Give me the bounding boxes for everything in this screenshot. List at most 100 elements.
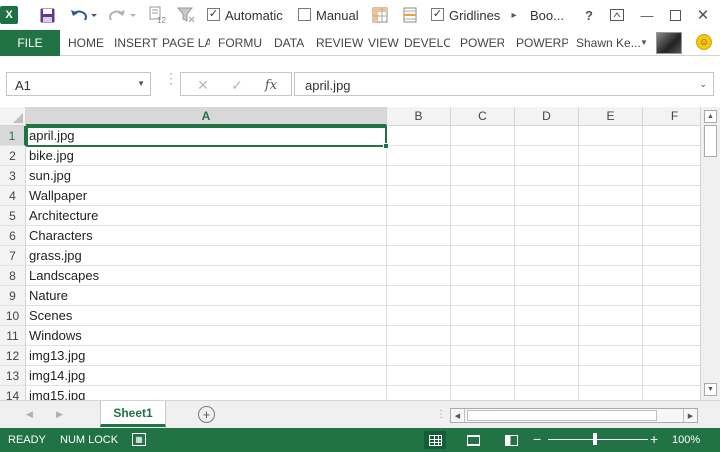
empty-cell[interactable] [515,306,579,326]
formula-bar-resize-handle[interactable]: ⋮ [164,71,178,85]
calculate-sheet-icon[interactable]: 12 [148,5,168,25]
empty-cell[interactable] [387,146,451,166]
empty-cell[interactable] [579,386,643,400]
cell-a[interactable]: img14.jpg [26,366,387,386]
column-header-c[interactable]: C [451,107,515,126]
cell-a[interactable]: Nature [26,286,387,306]
row-header[interactable]: 1 [0,126,26,146]
empty-cell[interactable] [451,206,515,226]
empty-cell[interactable] [579,326,643,346]
row-header[interactable]: 12 [0,346,26,366]
page-break-preview-button[interactable] [500,431,522,449]
row-header[interactable]: 8 [0,266,26,286]
scroll-down-icon[interactable]: ▼ [704,383,717,396]
empty-cell[interactable] [387,226,451,246]
empty-cell[interactable] [451,226,515,246]
empty-cell[interactable] [387,346,451,366]
normal-view-button[interactable] [424,431,446,449]
empty-cell[interactable] [579,166,643,186]
tab-page-layout[interactable]: PAGE LA [162,30,210,56]
empty-cell[interactable] [515,286,579,306]
empty-cell[interactable] [579,366,643,386]
row-header[interactable]: 5 [0,206,26,226]
cell-a[interactable]: Scenes [26,306,387,326]
empty-cell[interactable] [387,126,451,146]
empty-cell[interactable] [451,306,515,326]
empty-cell[interactable] [515,146,579,166]
empty-cell[interactable] [515,346,579,366]
tab-review[interactable]: REVIEW [316,30,363,56]
empty-cell[interactable] [515,126,579,146]
empty-cell[interactable] [387,186,451,206]
empty-cell[interactable] [387,286,451,306]
empty-cell[interactable] [451,386,515,400]
cell-a[interactable]: Wallpaper [26,186,387,206]
tab-power[interactable]: POWER [460,30,504,56]
tab-data[interactable]: DATA [274,30,304,56]
ribbon-display-options-icon[interactable] [606,4,628,26]
scroll-right-icon[interactable]: ▶ [683,409,697,422]
empty-cell[interactable] [451,366,515,386]
cancel-icon[interactable]: ✕ [193,76,213,94]
tab-home[interactable]: HOME [68,30,104,56]
insert-function-icon[interactable]: fx [261,76,281,94]
cell-a[interactable]: sun.jpg [26,166,387,186]
column-header-b[interactable]: B [387,107,451,126]
empty-cell[interactable] [451,166,515,186]
empty-cell[interactable] [387,266,451,286]
row-header[interactable]: 10 [0,306,26,326]
redo-icon[interactable] [108,5,138,25]
undo-icon[interactable] [68,5,98,25]
page-layout-view-button[interactable] [462,431,484,449]
cell-a[interactable]: grass.jpg [26,246,387,266]
cell-a[interactable]: img15.jpg [26,386,387,400]
help-button[interactable]: ? [578,4,600,26]
previous-sheet-icon[interactable]: ◀ [26,409,33,420]
empty-cell[interactable] [643,286,700,306]
empty-cell[interactable] [643,166,700,186]
account-dropdown-icon[interactable]: ▼ [640,38,648,47]
empty-cell[interactable] [515,266,579,286]
empty-cell[interactable] [387,326,451,346]
avatar[interactable] [656,32,682,54]
horizontal-scrollbar[interactable]: ◀ ▶ [450,408,698,423]
row-header[interactable]: 13 [0,366,26,386]
empty-cell[interactable] [387,386,451,400]
empty-cell[interactable] [451,126,515,146]
empty-cell[interactable] [387,246,451,266]
zoom-in-button[interactable]: + [650,431,658,447]
column-header-a[interactable]: A [26,107,387,126]
empty-cell[interactable] [451,346,515,366]
minimize-icon[interactable]: — [636,4,658,26]
macro-recording-icon[interactable]: ▦ [132,433,146,446]
next-sheet-icon[interactable]: ▶ [56,409,63,420]
close-icon[interactable]: ✕ [692,4,714,26]
vertical-scroll-thumb[interactable] [704,125,717,157]
tab-split-handle[interactable]: ⋮ [436,409,446,420]
tab-powerpivot[interactable]: POWERP [516,30,568,56]
empty-cell[interactable] [643,226,700,246]
empty-cell[interactable] [643,306,700,326]
cell-a[interactable]: Characters [26,226,387,246]
cell-a[interactable]: Landscapes [26,266,387,286]
empty-cell[interactable] [643,186,700,206]
empty-cell[interactable] [451,286,515,306]
empty-cell[interactable] [643,266,700,286]
empty-cell[interactable] [451,266,515,286]
name-box[interactable]: A1 ▼ [6,72,151,96]
empty-cell[interactable] [451,246,515,266]
maximize-icon[interactable] [664,4,686,26]
empty-cell[interactable] [451,326,515,346]
empty-cell[interactable] [515,246,579,266]
row-header[interactable]: 11 [0,326,26,346]
empty-cell[interactable] [643,366,700,386]
scroll-up-icon[interactable]: ▲ [704,110,717,123]
empty-cell[interactable] [579,226,643,246]
empty-cell[interactable] [643,206,700,226]
enter-icon[interactable]: ✓ [227,76,247,94]
empty-cell[interactable] [643,326,700,346]
formula-input[interactable]: april.jpg ⌄ [294,72,714,96]
empty-cell[interactable] [579,146,643,166]
empty-cell[interactable] [579,306,643,326]
cell-a[interactable]: april.jpg [26,126,387,146]
